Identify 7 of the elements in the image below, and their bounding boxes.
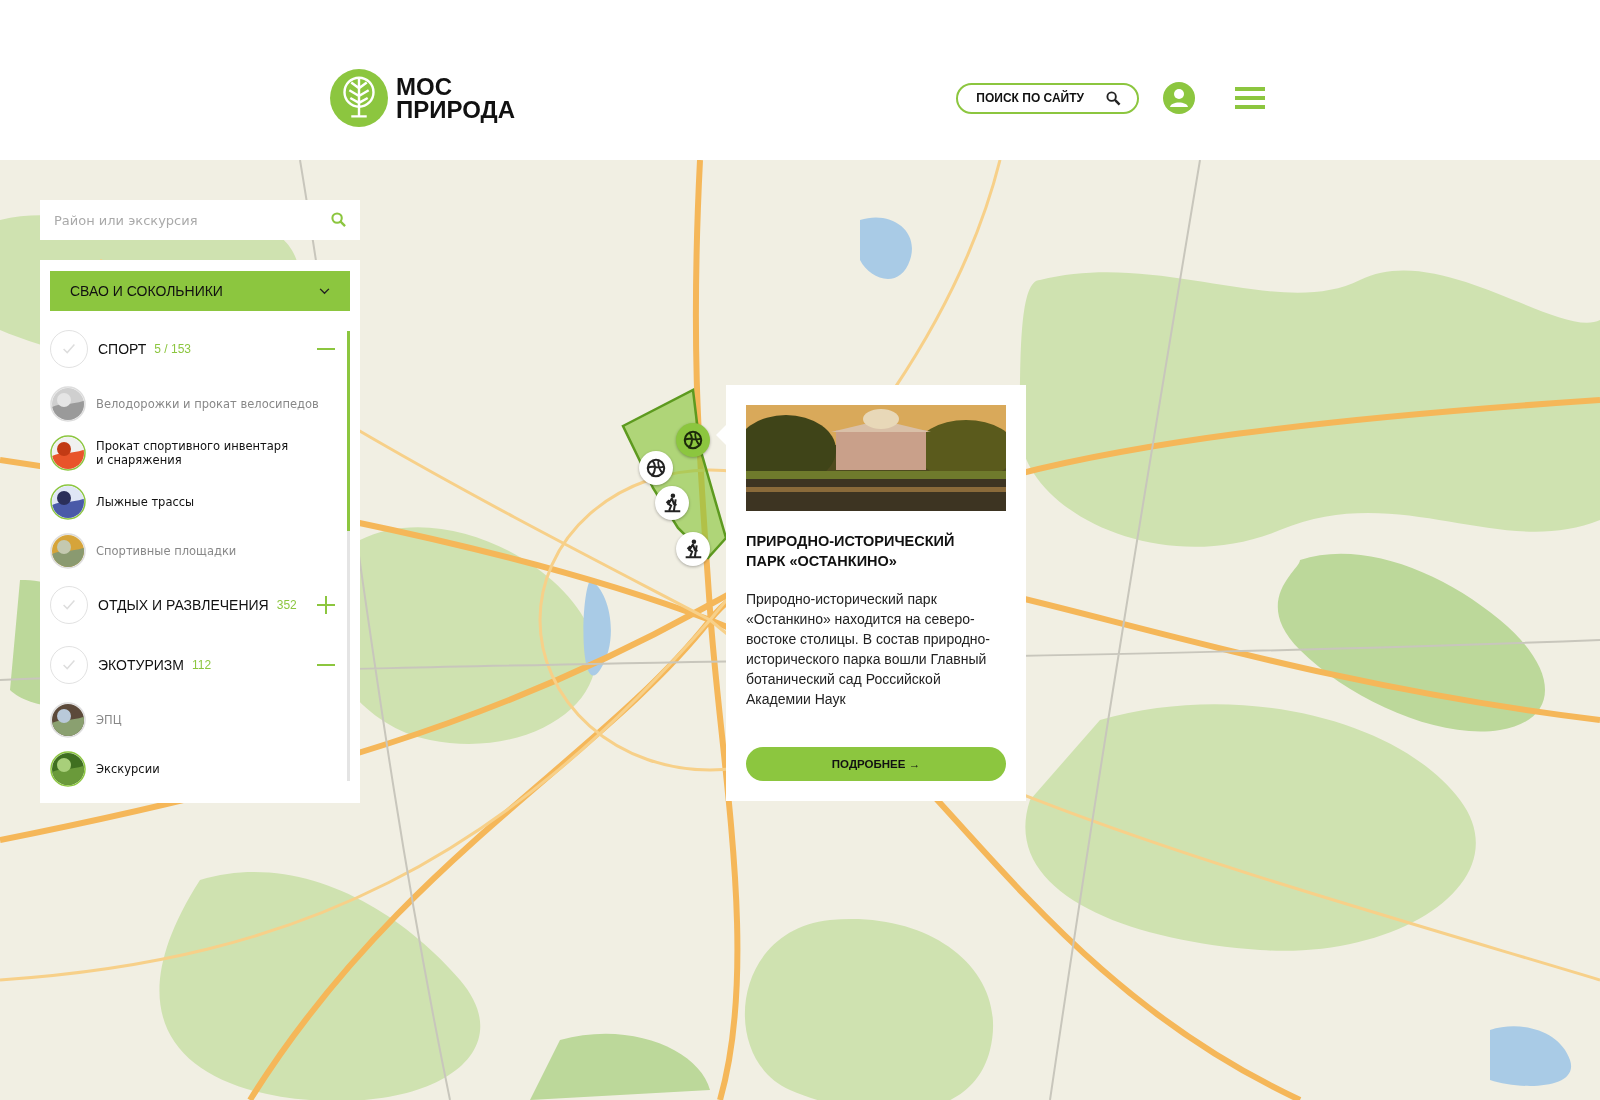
user-icon[interactable] [1163, 82, 1195, 114]
logo-text[interactable]: МОС [396, 75, 515, 98]
menu-icon[interactable] [1235, 87, 1265, 109]
search-icon [1106, 90, 1121, 106]
logo-text[interactable]: ПРИРОДА [396, 98, 515, 121]
site-search-button[interactable]: ПОИСК ПО САЙТУ [956, 82, 1139, 114]
tree-logo-icon[interactable] [330, 69, 388, 127]
